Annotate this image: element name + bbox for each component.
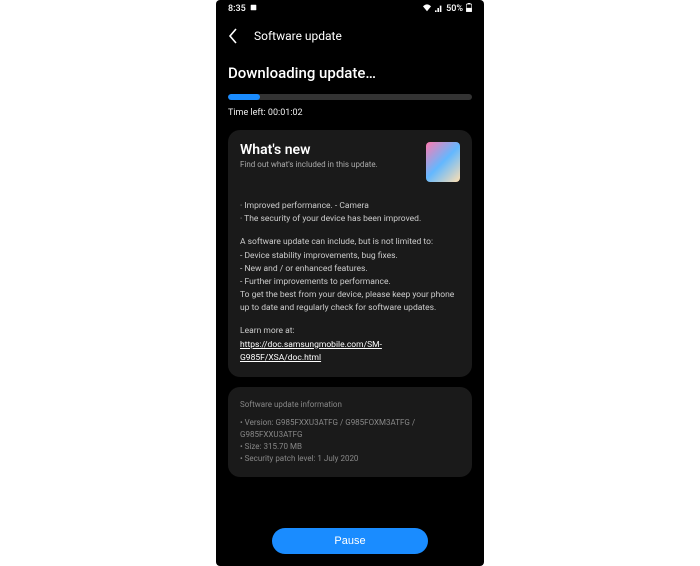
progress-bar — [228, 94, 472, 100]
changelog-keep-updated: To get the best from your device, please… — [240, 290, 454, 313]
header-title: Software update — [254, 29, 342, 43]
update-info-heading: Software update information — [240, 399, 460, 411]
battery-pct: 50% — [446, 4, 463, 14]
header: Software update — [216, 18, 484, 54]
learn-more-label: Learn more at: — [240, 326, 295, 336]
signal-icon — [435, 4, 443, 15]
update-size: • Size: 315.70 MB — [240, 441, 460, 453]
status-bar: 8:35 50% — [216, 0, 484, 18]
learn-more-link[interactable]: https://doc.samsungmobile.com/SM-G985F/X… — [240, 340, 382, 363]
changelog-intro: A software update can include, but is no… — [240, 237, 433, 247]
phone-screen: 8:35 50% Software update Downloading upd… — [216, 0, 484, 566]
back-icon[interactable] — [228, 29, 242, 43]
whats-new-subtitle: Find out what's included in this update. — [240, 160, 378, 169]
changelog-items: - Device stability improvements, bug fix… — [240, 251, 398, 287]
update-patch-level: • Security patch level: 1 July 2020 — [240, 453, 460, 465]
phone-illustration — [426, 142, 460, 182]
whats-new-title: What's new — [240, 142, 378, 158]
progress-fill — [228, 94, 260, 100]
pause-button[interactable]: Pause — [272, 528, 428, 554]
notification-icon — [250, 4, 257, 14]
time-left: Time left: 00:01:02 — [228, 108, 472, 118]
changelog-highlights: · Improved performance. - Camera · The s… — [240, 200, 460, 226]
changelog: · Improved performance. - Camera · The s… — [240, 200, 460, 365]
wifi-icon — [422, 4, 432, 15]
status-time: 8:35 — [228, 4, 246, 14]
download-title: Downloading update… — [228, 64, 472, 82]
whats-new-card: What's new Find out what's included in t… — [228, 130, 472, 377]
bottom-action-bar: Pause — [216, 518, 484, 558]
update-version: • Version: G985FXXU3ATFG / G985FOXM3ATFG… — [240, 417, 460, 441]
update-info-card: Software update information • Version: G… — [228, 387, 472, 477]
battery-icon — [466, 3, 472, 15]
